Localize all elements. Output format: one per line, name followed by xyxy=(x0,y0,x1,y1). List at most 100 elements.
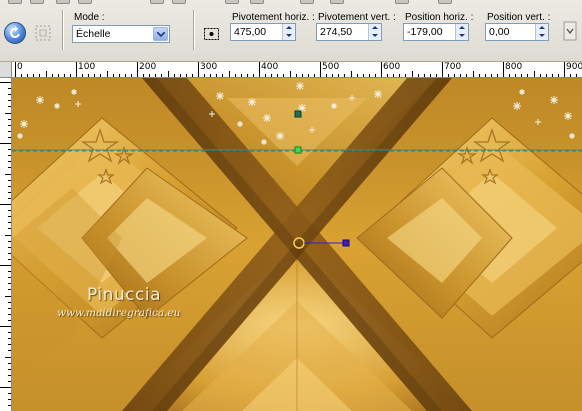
ruler-tick xyxy=(39,74,41,77)
ruler-tick xyxy=(155,74,157,77)
ruler-tick xyxy=(5,295,11,297)
ruler-tick xyxy=(8,228,11,230)
ruler-label: 400 xyxy=(261,62,279,72)
reset-button[interactable] xyxy=(4,22,26,44)
ruler-tick xyxy=(8,252,11,254)
ruler-tick xyxy=(106,71,108,77)
ruler-tick xyxy=(8,405,11,407)
ruler-tick xyxy=(0,326,11,327)
ruler-tick xyxy=(8,191,11,193)
spin-up-icon[interactable] xyxy=(284,24,294,31)
ruler-tick xyxy=(15,62,16,77)
pivot-v-spinner[interactable] xyxy=(368,24,381,40)
top-edge-handle[interactable] xyxy=(294,146,302,154)
mode-select[interactable]: Échelle xyxy=(72,25,170,43)
ruler-tick xyxy=(442,62,443,77)
pivot-h-spinner[interactable] xyxy=(282,24,295,40)
ruler-tick xyxy=(210,74,212,77)
toolbar-icon[interactable] xyxy=(225,0,239,4)
ruler-tick xyxy=(8,179,11,181)
ruler-tick xyxy=(399,74,401,77)
toolbar-icon[interactable] xyxy=(300,0,314,4)
spin-down-icon[interactable] xyxy=(370,32,380,39)
ruler-label: 700 xyxy=(444,62,462,72)
pivot-v-field[interactable]: 274,50 xyxy=(316,23,382,41)
ruler-tick xyxy=(326,74,328,77)
toolbar-icon[interactable] xyxy=(78,0,92,4)
ruler-label: 100 xyxy=(78,62,96,72)
ruler-tick xyxy=(8,338,11,340)
ruler-tick xyxy=(8,100,11,102)
toolbar-icon[interactable] xyxy=(330,0,344,4)
ruler-tick xyxy=(143,74,145,77)
spin-up-icon[interactable] xyxy=(457,24,467,31)
ruler-tick xyxy=(570,74,572,77)
ruler-tick xyxy=(240,74,242,77)
chevron-down-icon[interactable] xyxy=(153,27,168,41)
ruler-tick xyxy=(8,246,11,248)
pos-v-spinner[interactable] xyxy=(535,24,548,40)
toolbar-icon[interactable] xyxy=(395,0,409,4)
vertical-ruler[interactable] xyxy=(0,78,12,411)
ruler-tick xyxy=(539,74,541,77)
ruler-tick xyxy=(8,332,11,334)
toolbar-icon[interactable] xyxy=(250,0,264,4)
ruler-label: 300 xyxy=(200,62,218,72)
ruler-tick xyxy=(173,74,175,77)
ruler-tick xyxy=(8,344,11,346)
snap-grid-icon[interactable] xyxy=(34,24,52,42)
ruler-tick xyxy=(0,265,11,266)
spin-down-icon[interactable] xyxy=(457,32,467,39)
ruler-label: 800 xyxy=(505,62,523,72)
ruler-tick xyxy=(228,71,230,77)
toolbar-icon[interactable] xyxy=(150,0,164,4)
ruler-tick xyxy=(521,74,523,77)
toolbar-icon[interactable] xyxy=(30,0,44,4)
ruler-tick xyxy=(130,74,132,77)
ruler-tick xyxy=(8,216,11,218)
ruler-tick xyxy=(8,161,11,163)
image-canvas[interactable]: Pinuccia www.maidiregrafica.eu xyxy=(12,78,582,411)
ruler-tick xyxy=(362,74,364,77)
ruler-tick xyxy=(8,258,11,260)
pivot-point-icon[interactable] xyxy=(203,25,220,42)
ruler-tick xyxy=(283,74,285,77)
pivot-h-field[interactable]: 475,00 xyxy=(230,23,296,41)
ruler-tick xyxy=(8,197,11,199)
ruler-tick xyxy=(8,94,11,96)
toolbar-icon[interactable] xyxy=(438,0,452,4)
ruler-tick xyxy=(161,74,163,77)
spin-down-icon[interactable] xyxy=(537,32,547,39)
pos-h-spinner[interactable] xyxy=(455,24,468,40)
ruler-tick xyxy=(277,74,279,77)
rotation-handle[interactable] xyxy=(342,239,350,247)
spin-down-icon[interactable] xyxy=(284,32,294,39)
toolbar-icon[interactable] xyxy=(56,0,70,4)
ruler-tick xyxy=(33,74,35,77)
ruler-tick xyxy=(191,74,193,77)
ruler-tick xyxy=(185,74,187,77)
horizontal-ruler[interactable]: 0 100 200 300 400 500 600 700 800 900 xyxy=(12,62,582,78)
ruler-tick xyxy=(124,74,126,77)
ruler-tick xyxy=(8,277,11,279)
toolbar-icon[interactable] xyxy=(172,0,186,4)
pos-h-field[interactable]: -179,00 xyxy=(403,23,469,41)
ruler-tick xyxy=(8,319,11,321)
ruler-tick xyxy=(8,283,11,285)
overflow-icon[interactable] xyxy=(562,20,578,42)
ruler-label: 0 xyxy=(17,62,23,72)
ruler-tick xyxy=(5,234,11,236)
ruler-tick xyxy=(8,210,11,212)
ruler-tick xyxy=(216,74,218,77)
ruler-tick xyxy=(484,74,486,77)
ruler-tick xyxy=(490,74,492,77)
ruler-tick xyxy=(76,62,77,77)
pos-v-field[interactable]: 0,00 xyxy=(485,23,549,41)
spin-up-icon[interactable] xyxy=(370,24,380,31)
ruler-tick xyxy=(82,74,84,77)
spin-up-icon[interactable] xyxy=(537,24,547,31)
ruler-tick xyxy=(94,74,96,77)
ruler-tick xyxy=(100,74,102,77)
ruler-tick xyxy=(454,74,456,77)
toolbar-icon[interactable] xyxy=(8,0,22,4)
